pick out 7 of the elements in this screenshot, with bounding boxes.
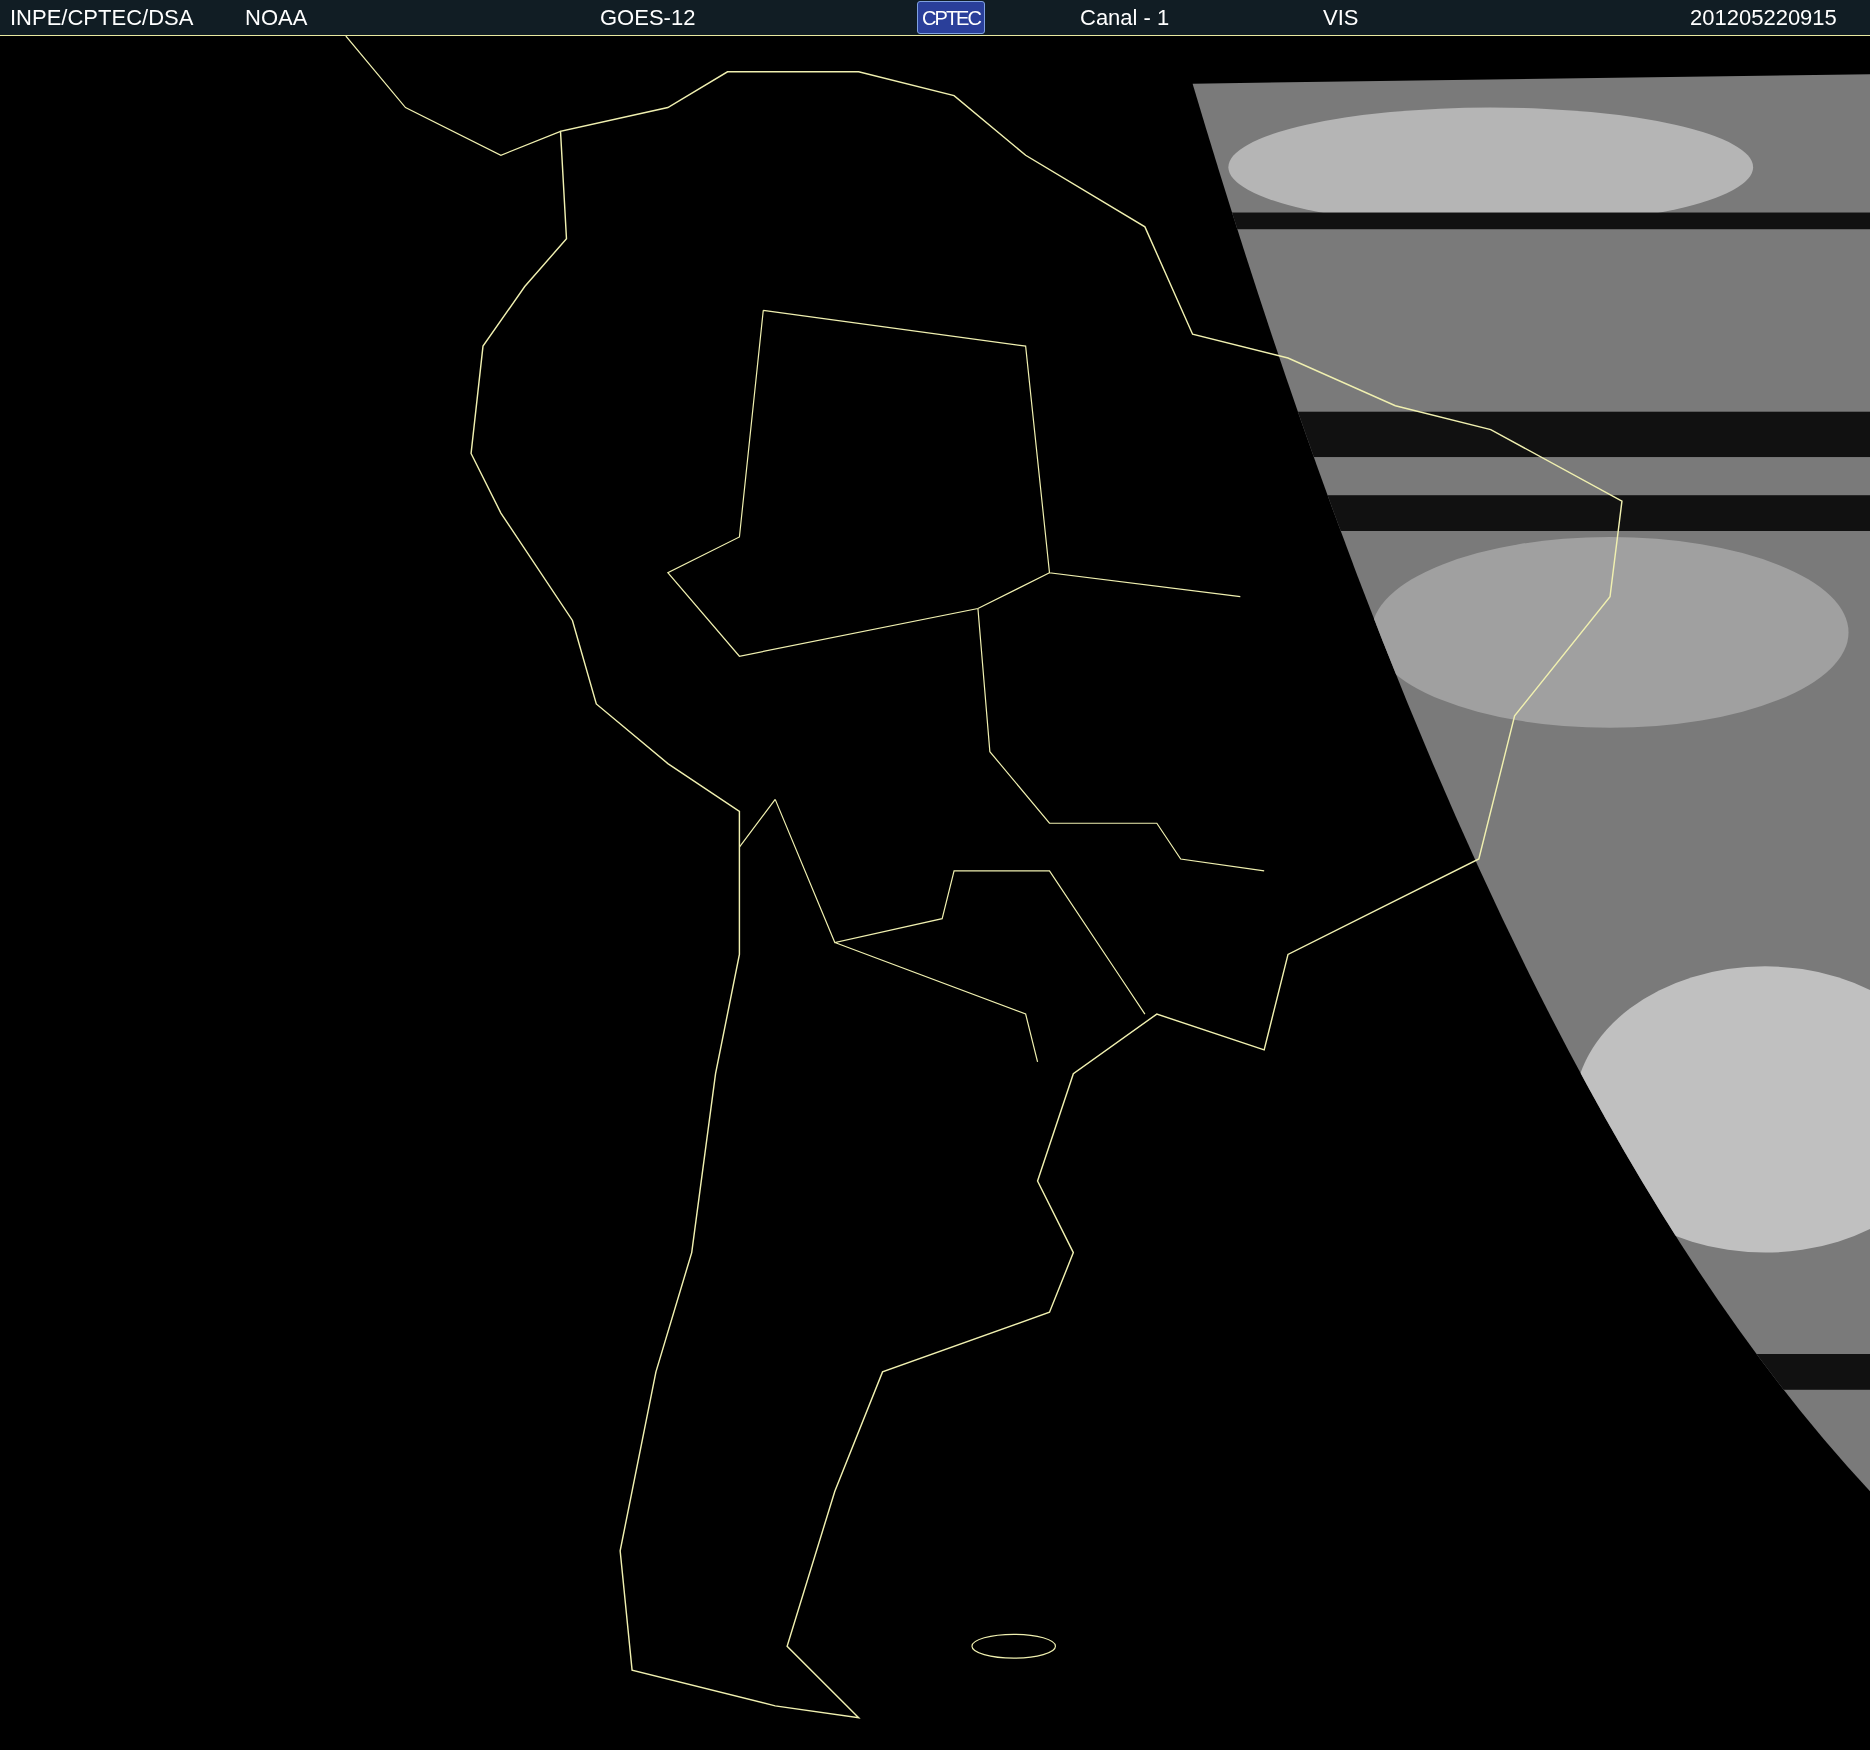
header-label: GOES-12: [600, 5, 696, 31]
header-label: VIS: [1323, 5, 1359, 31]
header-label: NOAA: [245, 5, 308, 31]
header-label: Canal - 1: [1080, 5, 1170, 31]
header-label: INPE/CPTEC/DSA: [10, 5, 194, 31]
logo: CPTEC: [917, 1, 985, 34]
header-label: 201205220915: [1690, 5, 1837, 31]
